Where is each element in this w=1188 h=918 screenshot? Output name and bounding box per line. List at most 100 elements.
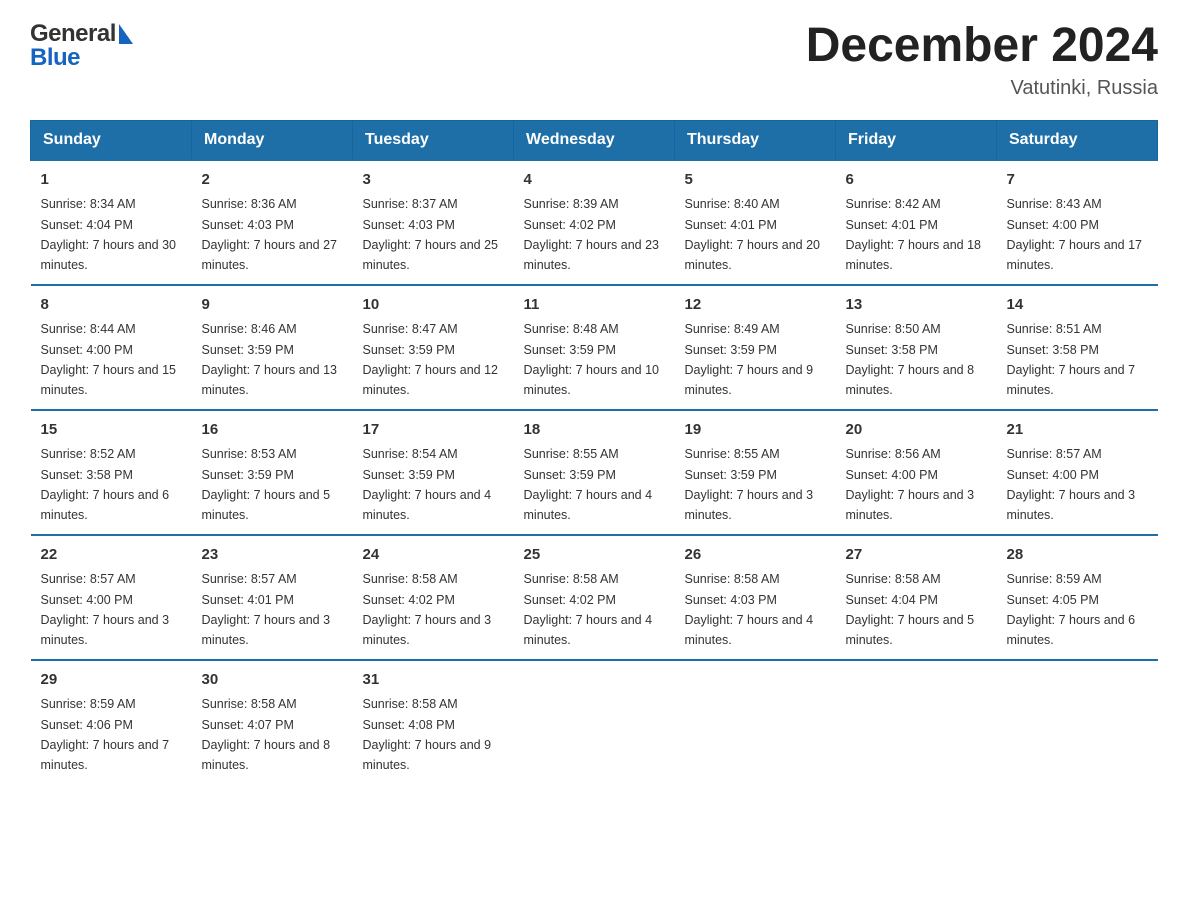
day-info: Sunrise: 8:42 AMSunset: 4:01 PMDaylight:… xyxy=(846,197,982,272)
day-info: Sunrise: 8:59 AMSunset: 4:05 PMDaylight:… xyxy=(1007,572,1136,647)
calendar-week-row: 1Sunrise: 8:34 AMSunset: 4:04 PMDaylight… xyxy=(31,160,1158,285)
calendar-day-header: Tuesday xyxy=(353,120,514,160)
day-info: Sunrise: 8:39 AMSunset: 4:02 PMDaylight:… xyxy=(524,197,660,272)
calendar-week-row: 8 Sunrise: 8:44 AMSunset: 4:00 PMDaylight… xyxy=(31,285,1158,410)
calendar-day-cell: 10Sunrise: 8:47 AMSunset: 3:59 PMDayligh… xyxy=(353,285,514,410)
day-info: Sunrise: 8:54 AMSunset: 3:59 PMDaylight:… xyxy=(363,447,492,522)
calendar-day-cell: 28 Sunrise: 8:59 AMSunset: 4:05 PMDayligh… xyxy=(997,535,1158,660)
calendar-day-cell: 4Sunrise: 8:39 AMSunset: 4:02 PMDaylight… xyxy=(514,160,675,285)
page-header: General Blue December 2024 Vatutinki, Ru… xyxy=(30,20,1158,100)
day-number: 15 xyxy=(41,419,182,442)
day-number: 19 xyxy=(685,419,826,442)
day-number: 17 xyxy=(363,419,504,442)
day-number: 3 xyxy=(363,169,504,192)
day-number: 31 xyxy=(363,669,504,692)
calendar-day-cell: 21Sunrise: 8:57 AMSunset: 4:00 PMDayligh… xyxy=(997,410,1158,535)
location-title: Vatutinki, Russia xyxy=(806,77,1158,100)
calendar-table: SundayMondayTuesdayWednesdayThursdayFrid… xyxy=(30,120,1158,784)
calendar-day-cell: 20Sunrise: 8:56 AMSunset: 4:00 PMDayligh… xyxy=(836,410,997,535)
day-info: Sunrise: 8:58 AMSunset: 4:04 PMDaylight:… xyxy=(846,572,975,647)
calendar-day-cell: 3 Sunrise: 8:37 AMSunset: 4:03 PMDaylight… xyxy=(353,160,514,285)
calendar-day-cell: 29 Sunrise: 8:59 AMSunset: 4:06 PMDayligh… xyxy=(31,660,192,784)
logo-blue-text: Blue xyxy=(30,44,80,72)
month-title: December 2024 xyxy=(806,20,1158,73)
calendar-day-cell xyxy=(836,660,997,784)
day-info: Sunrise: 8:49 AMSunset: 3:59 PMDaylight:… xyxy=(685,322,814,397)
day-number: 5 xyxy=(685,169,826,192)
day-info: Sunrise: 8:58 AMSunset: 4:07 PMDaylight:… xyxy=(202,697,331,772)
calendar-day-cell: 17 Sunrise: 8:54 AMSunset: 3:59 PMDayligh… xyxy=(353,410,514,535)
day-info: Sunrise: 8:52 AMSunset: 3:58 PMDaylight:… xyxy=(41,447,170,522)
calendar-day-cell: 1Sunrise: 8:34 AMSunset: 4:04 PMDaylight… xyxy=(31,160,192,285)
day-number: 16 xyxy=(202,419,343,442)
logo: General Blue xyxy=(30,20,133,72)
calendar-day-header: Wednesday xyxy=(514,120,675,160)
day-number: 22 xyxy=(41,544,182,567)
day-info: Sunrise: 8:50 AMSunset: 3:58 PMDaylight:… xyxy=(846,322,975,397)
calendar-day-header: Sunday xyxy=(31,120,192,160)
calendar-day-cell xyxy=(514,660,675,784)
calendar-day-cell: 6 Sunrise: 8:42 AMSunset: 4:01 PMDaylight… xyxy=(836,160,997,285)
calendar-day-header: Monday xyxy=(192,120,353,160)
calendar-day-header: Thursday xyxy=(675,120,836,160)
calendar-day-cell: 15 Sunrise: 8:52 AMSunset: 3:58 PMDayligh… xyxy=(31,410,192,535)
day-number: 21 xyxy=(1007,419,1148,442)
day-info: Sunrise: 8:55 AMSunset: 3:59 PMDaylight:… xyxy=(685,447,814,522)
day-info: Sunrise: 8:47 AMSunset: 3:59 PMDaylight:… xyxy=(363,322,499,397)
day-info: Sunrise: 8:48 AMSunset: 3:59 PMDaylight:… xyxy=(524,322,660,397)
calendar-day-header: Saturday xyxy=(997,120,1158,160)
day-number: 13 xyxy=(846,294,987,317)
day-info: Sunrise: 8:37 AMSunset: 4:03 PMDaylight:… xyxy=(363,197,499,272)
calendar-day-cell: 11 Sunrise: 8:48 AMSunset: 3:59 PMDayligh… xyxy=(514,285,675,410)
calendar-week-row: 22 Sunrise: 8:57 AMSunset: 4:00 PMDayligh… xyxy=(31,535,1158,660)
day-number: 28 xyxy=(1007,544,1148,567)
calendar-day-cell: 26Sunrise: 8:58 AMSunset: 4:03 PMDayligh… xyxy=(675,535,836,660)
calendar-day-cell: 8 Sunrise: 8:44 AMSunset: 4:00 PMDaylight… xyxy=(31,285,192,410)
day-number: 24 xyxy=(363,544,504,567)
calendar-day-cell: 27Sunrise: 8:58 AMSunset: 4:04 PMDayligh… xyxy=(836,535,997,660)
day-info: Sunrise: 8:55 AMSunset: 3:59 PMDaylight:… xyxy=(524,447,653,522)
day-number: 18 xyxy=(524,419,665,442)
day-number: 12 xyxy=(685,294,826,317)
day-number: 2 xyxy=(202,169,343,192)
day-info: Sunrise: 8:44 AMSunset: 4:00 PMDaylight:… xyxy=(41,322,177,397)
calendar-day-cell: 5Sunrise: 8:40 AMSunset: 4:01 PMDaylight… xyxy=(675,160,836,285)
day-number: 23 xyxy=(202,544,343,567)
calendar-week-row: 29 Sunrise: 8:59 AMSunset: 4:06 PMDayligh… xyxy=(31,660,1158,784)
calendar-day-cell: 24 Sunrise: 8:58 AMSunset: 4:02 PMDayligh… xyxy=(353,535,514,660)
calendar-day-header: Friday xyxy=(836,120,997,160)
calendar-day-cell: 16Sunrise: 8:53 AMSunset: 3:59 PMDayligh… xyxy=(192,410,353,535)
day-info: Sunrise: 8:56 AMSunset: 4:00 PMDaylight:… xyxy=(846,447,975,522)
day-number: 30 xyxy=(202,669,343,692)
day-info: Sunrise: 8:43 AMSunset: 4:00 PMDaylight:… xyxy=(1007,197,1143,272)
day-info: Sunrise: 8:58 AMSunset: 4:02 PMDaylight:… xyxy=(363,572,492,647)
calendar-day-cell: 7Sunrise: 8:43 AMSunset: 4:00 PMDaylight… xyxy=(997,160,1158,285)
day-info: Sunrise: 8:51 AMSunset: 3:58 PMDaylight:… xyxy=(1007,322,1136,397)
day-number: 8 xyxy=(41,294,182,317)
day-info: Sunrise: 8:59 AMSunset: 4:06 PMDaylight:… xyxy=(41,697,170,772)
day-number: 25 xyxy=(524,544,665,567)
day-number: 1 xyxy=(41,169,182,192)
calendar-day-cell: 14 Sunrise: 8:51 AMSunset: 3:58 PMDayligh… xyxy=(997,285,1158,410)
day-number: 26 xyxy=(685,544,826,567)
calendar-header-row: SundayMondayTuesdayWednesdayThursdayFrid… xyxy=(31,120,1158,160)
calendar-day-cell: 12 Sunrise: 8:49 AMSunset: 3:59 PMDayligh… xyxy=(675,285,836,410)
day-number: 29 xyxy=(41,669,182,692)
day-number: 14 xyxy=(1007,294,1148,317)
day-info: Sunrise: 8:58 AMSunset: 4:08 PMDaylight:… xyxy=(363,697,492,772)
calendar-day-cell: 18 Sunrise: 8:55 AMSunset: 3:59 PMDayligh… xyxy=(514,410,675,535)
calendar-day-cell: 9Sunrise: 8:46 AMSunset: 3:59 PMDaylight… xyxy=(192,285,353,410)
day-info: Sunrise: 8:58 AMSunset: 4:02 PMDaylight:… xyxy=(524,572,653,647)
day-number: 6 xyxy=(846,169,987,192)
day-info: Sunrise: 8:46 AMSunset: 3:59 PMDaylight:… xyxy=(202,322,338,397)
calendar-day-cell: 13 Sunrise: 8:50 AMSunset: 3:58 PMDayligh… xyxy=(836,285,997,410)
calendar-day-cell: 19 Sunrise: 8:55 AMSunset: 3:59 PMDayligh… xyxy=(675,410,836,535)
calendar-day-cell xyxy=(997,660,1158,784)
calendar-day-cell xyxy=(675,660,836,784)
day-number: 11 xyxy=(524,294,665,317)
day-info: Sunrise: 8:57 AMSunset: 4:00 PMDaylight:… xyxy=(41,572,170,647)
logo-triangle-icon xyxy=(119,24,133,44)
day-info: Sunrise: 8:36 AMSunset: 4:03 PMDaylight:… xyxy=(202,197,338,272)
calendar-day-cell: 2 Sunrise: 8:36 AMSunset: 4:03 PMDaylight… xyxy=(192,160,353,285)
title-area: December 2024 Vatutinki, Russia xyxy=(806,20,1158,100)
